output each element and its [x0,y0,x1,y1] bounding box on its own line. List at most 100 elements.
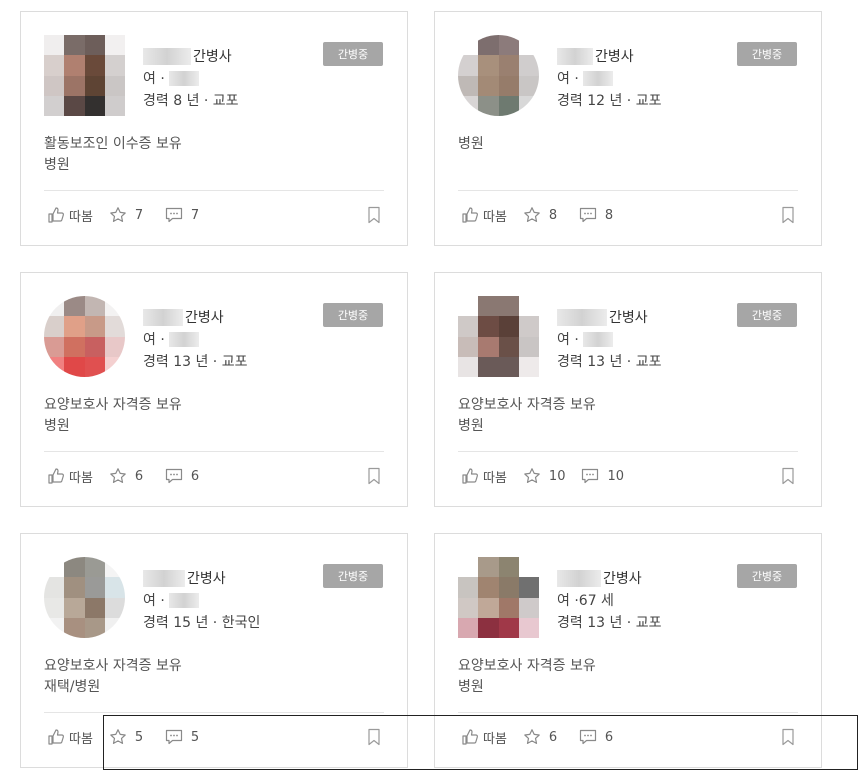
description-line: 병원 [458,136,484,152]
career-label: 경력 8 년 · 교포 [143,93,239,109]
age-label: 67 세 [578,593,614,609]
age-redacted [582,331,613,347]
comment-count: 6 [190,468,200,484]
description: 요양보호사 자격증 보유 병원 [458,395,596,437]
card-footer: 따봄 8 8 [461,205,619,225]
selection-overlay [103,715,858,770]
description-line: 요양보호사 자격증 보유 [458,658,596,674]
description-line: 요양보호사 자격증 보유 [458,397,596,413]
career-label: 경력 15 년 · 한국인 [143,615,261,631]
divider [458,451,798,452]
role-label: 간병사 [603,571,642,587]
comment-icon[interactable] [165,206,183,224]
caregiver-card[interactable]: 간병사 여 · 경력 8 년 · 교포 간병중 활동보조인 이수증 보유 병원 … [20,11,408,246]
role-label: 간병사 [185,310,224,326]
star-count: 8 [548,207,558,223]
star-icon[interactable] [109,206,127,224]
thumbs-up-icon[interactable] [47,467,65,485]
name-redacted [557,569,601,587]
description-line: 요양보호사 자격증 보유 [44,658,182,674]
like-label[interactable]: 따봄 [483,467,507,486]
career-label: 경력 13 년 · 교포 [557,354,662,370]
gender-label: 여 · [143,332,165,348]
avatar[interactable] [44,296,125,377]
caregiver-card[interactable]: 간병사 여 · 경력 13 년 · 교포 간병중 요양보호사 자격증 보유 병원… [20,272,408,507]
thumbs-up-icon[interactable] [47,728,65,746]
comment-count: 7 [190,207,200,223]
divider [458,190,798,191]
age-redacted [168,331,199,347]
avatar[interactable] [44,35,125,116]
bookmark-icon[interactable] [781,206,795,224]
description-line: 재택/병원 [44,679,101,695]
gender-age: 여 · [143,68,199,88]
description: 요양보호사 자격증 보유 재택/병원 [44,656,182,698]
card-footer: 따봄 10 10 [461,466,624,486]
gender-label: 여 · [143,593,165,609]
role-label: 간병사 [595,49,634,65]
name-row: 간병사 [143,46,232,66]
name-row: 간병사 [557,307,648,327]
thumbs-up-icon[interactable] [461,206,479,224]
comment-count: 8 [604,207,614,223]
gender-age: 여 · [557,68,613,88]
description: 요양보호사 자격증 보유 병원 [458,656,596,698]
name-row: 간병사 [143,307,224,327]
status-badge: 간병중 [323,303,383,327]
gender-label: 여 · [557,332,579,348]
gender-age: 여 · [143,590,199,610]
star-icon[interactable] [109,467,127,485]
gender-age: 여 · [143,329,199,349]
gender-age: 여 · 67 세 [557,590,614,610]
caregiver-card[interactable]: 간병사 여 · 경력 13 년 · 교포 간병중 요양보호사 자격증 보유 병원… [434,272,822,507]
bookmark-icon[interactable] [781,467,795,485]
gender-label: 여 · [557,593,579,609]
age-redacted [168,592,199,608]
comment-count: 10 [607,468,625,484]
status-badge: 간병중 [737,303,797,327]
star-icon[interactable] [523,467,541,485]
gender-age: 여 · [557,329,613,349]
like-label[interactable]: 따봄 [483,206,507,225]
description-line: 활동보조인 이수증 보유 [44,136,182,152]
description: 요양보호사 자격증 보유 병원 [44,395,182,437]
divider [44,712,384,713]
career-label: 경력 12 년 · 교포 [557,93,662,109]
status-badge: 간병중 [737,564,797,588]
description-line: 병원 [458,418,484,434]
divider [44,190,384,191]
star-count: 6 [134,468,144,484]
card-footer: 따봄 6 6 [47,466,205,486]
age-redacted [582,70,613,86]
comment-icon[interactable] [579,206,597,224]
like-label[interactable]: 따봄 [69,728,93,747]
name-row: 간병사 [557,46,634,66]
gender-label: 여 · [557,71,579,87]
star-icon[interactable] [523,206,541,224]
name-redacted [143,308,183,326]
like-label[interactable]: 따봄 [69,467,93,486]
avatar[interactable] [44,557,125,638]
name-row: 간병사 [143,568,226,588]
thumbs-up-icon[interactable] [461,467,479,485]
bookmark-icon[interactable] [367,206,381,224]
caregiver-card[interactable]: 간병사 여 · 경력 12 년 · 교포 간병중 병원 따봄 8 8 [434,11,822,246]
avatar[interactable] [458,557,539,638]
like-label[interactable]: 따봄 [69,206,93,225]
role-label: 간병사 [609,310,648,326]
comment-icon[interactable] [581,467,599,485]
status-badge: 간병중 [323,564,383,588]
role-label: 간병사 [193,49,232,65]
avatar[interactable] [458,296,539,377]
avatar[interactable] [458,35,539,116]
comment-icon[interactable] [165,467,183,485]
career-label: 경력 13 년 · 교포 [143,354,248,370]
divider [44,451,384,452]
description-line: 병원 [458,679,484,695]
age-redacted [168,70,199,86]
bookmark-icon[interactable] [367,467,381,485]
divider [458,712,798,713]
role-label: 간병사 [187,571,226,587]
thumbs-up-icon[interactable] [47,206,65,224]
star-count: 10 [548,468,566,484]
